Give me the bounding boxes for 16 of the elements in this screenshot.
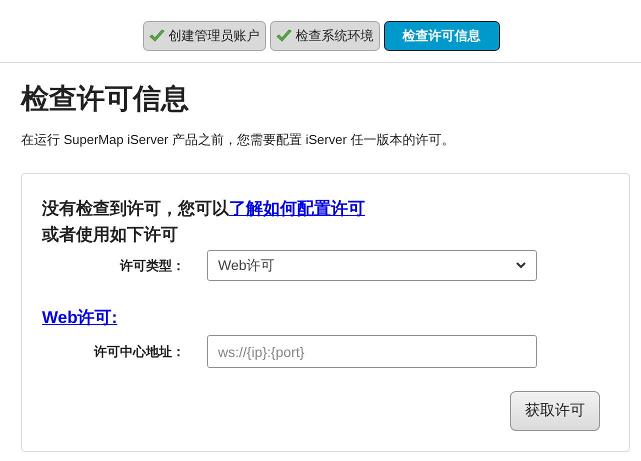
chevron-icon — [516, 262, 526, 269]
get-license-button[interactable]: 获取许可 — [510, 391, 600, 431]
step-tab[interactable]: 创建管理员账户 — [142, 21, 266, 51]
step-tab[interactable]: 检查系统环境 — [270, 21, 380, 51]
description: 在运行 SuperMap iServer 产品之前，您需要配置 iServer 任一版本的许可。 — [21, 131, 456, 149]
check-icon — [148, 29, 164, 43]
notice-text: 没有检查到许可，您可以了解如何配置许可 — [42, 198, 366, 221]
field-label: 许可类型： — [118, 256, 186, 275]
notice-text: 或者使用如下许可 — [42, 224, 179, 247]
web-license-link[interactable]: Web许可: — [42, 306, 118, 330]
check-icon — [276, 29, 292, 43]
page-title: 检查许可信息 — [21, 82, 190, 116]
field-label: 许可中心地址： — [92, 342, 186, 361]
license-type-select[interactable]: Web许可 — [207, 250, 537, 281]
help-link[interactable]: 了解如何配置许可 — [229, 199, 365, 219]
address-field[interactable]: ws://{ip}:{port} — [207, 335, 537, 368]
